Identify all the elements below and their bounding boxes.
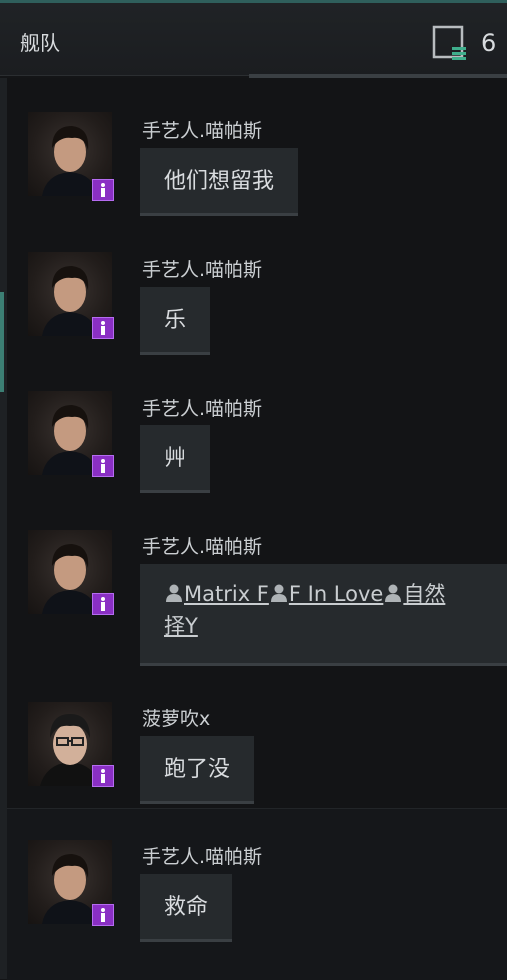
left-rail	[0, 78, 7, 979]
person-icon	[269, 580, 289, 602]
player-link[interactable]: Matrix F	[184, 582, 269, 606]
sender-name: 手艺人.喵帕斯	[142, 846, 263, 868]
message-bubble[interactable]: 乐	[140, 287, 211, 355]
message-bubble[interactable]: 他们想留我	[140, 148, 299, 216]
role-badge-icon	[92, 317, 114, 339]
sender-name: 手艺人.喵帕斯	[142, 259, 263, 281]
role-badge-icon	[92, 765, 114, 787]
message-bubble[interactable]: 救命	[140, 874, 233, 942]
role-badge-icon	[92, 904, 114, 926]
message-bubble[interactable]: 艸	[140, 425, 211, 493]
message-bubble[interactable]: 跑了没	[140, 736, 255, 804]
member-count: 6	[481, 29, 497, 57]
channel-header: 舰队 6	[0, 3, 507, 76]
role-badge-icon	[92, 593, 114, 615]
person-icon	[164, 580, 184, 602]
role-badge-icon	[92, 455, 114, 477]
player-link[interactable]: 自然	[403, 582, 445, 606]
channel-title: 舰队	[20, 31, 60, 55]
role-badge-icon	[92, 179, 114, 201]
player-link[interactable]: 择Y	[164, 614, 198, 638]
person-icon	[383, 580, 403, 602]
sender-name: 手艺人.喵帕斯	[142, 536, 263, 558]
sender-name: 手艺人.喵帕斯	[142, 398, 263, 420]
member-list-icon[interactable]	[432, 25, 468, 61]
player-link[interactable]: F In Love	[289, 582, 383, 606]
sender-name: 手艺人.喵帕斯	[142, 120, 263, 142]
sender-name: 菠萝吹ⅹ	[142, 708, 211, 730]
left-rail-accent	[0, 292, 4, 392]
message-bubble: Matrix F F In Love 自然择Y	[140, 564, 507, 666]
